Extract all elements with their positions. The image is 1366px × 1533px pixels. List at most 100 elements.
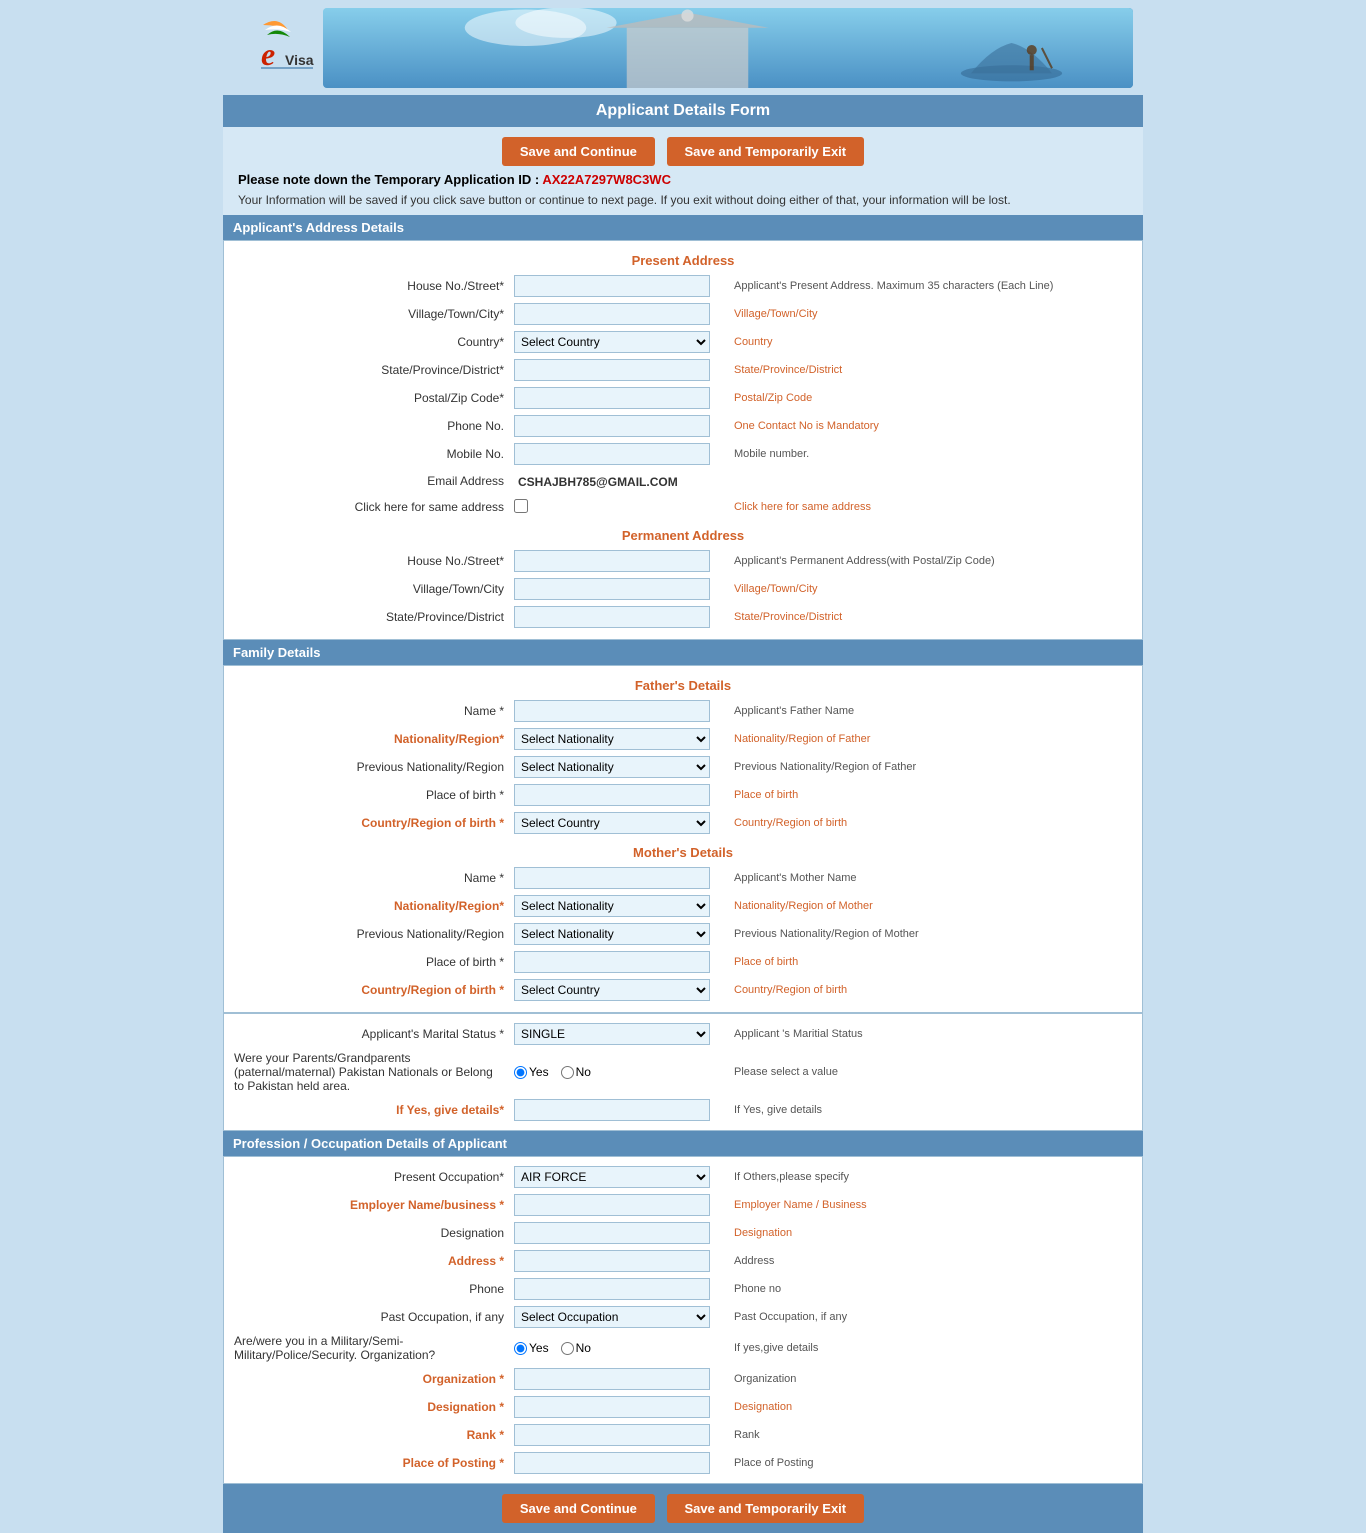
marital-status-label: Applicant's Marital Status *: [234, 1027, 514, 1041]
family-details-section: Family Details Father's Details Name * A…: [223, 640, 1143, 1013]
occupation-select[interactable]: AIR FORCE: [514, 1166, 710, 1188]
top-save-continue-button[interactable]: Save and Continue: [502, 137, 655, 166]
father-nationality-label: Nationality/Region*: [234, 732, 514, 746]
same-address-checkbox[interactable]: [514, 499, 528, 513]
bottom-save-continue-button[interactable]: Save and Continue: [502, 1494, 655, 1523]
postal-input[interactable]: [514, 387, 710, 409]
country-input-wrap: Select Country: [514, 331, 714, 353]
pakistan-yes-radio[interactable]: [514, 1066, 527, 1079]
father-prev-nationality-row: Previous Nationality/Region Select Natio…: [224, 753, 1142, 781]
pakistan-details-input[interactable]: [514, 1099, 710, 1121]
perm-house-input-wrap: [514, 550, 714, 572]
mother-country-birth-select[interactable]: Select Country: [514, 979, 710, 1001]
designation-input[interactable]: [514, 1222, 710, 1244]
phone-input[interactable]: [514, 415, 710, 437]
organization-row: Organization * Organization: [224, 1365, 1142, 1393]
pakistan-details-input-wrap: [514, 1099, 714, 1121]
pakistan-no-label: No: [561, 1065, 591, 1079]
state-input[interactable]: [514, 359, 710, 381]
pakistan-hint: Please select a value: [734, 1066, 838, 1078]
postal-label: Postal/Zip Code*: [234, 391, 514, 405]
employer-input[interactable]: [514, 1194, 710, 1216]
mother-name-input[interactable]: [514, 867, 710, 889]
mother-country-birth-input-wrap: Select Country: [514, 979, 714, 1001]
occupation-label: Present Occupation*: [234, 1170, 514, 1184]
father-name-hint: Applicant's Father Name: [734, 705, 854, 717]
bottom-action-buttons: Save and Continue Save and Temporarily E…: [223, 1484, 1143, 1533]
perm-state-hint: State/Province/District: [734, 611, 842, 623]
pakistan-radio-wrap: Yes No: [514, 1065, 714, 1079]
mother-prev-nationality-select[interactable]: Select Nationality: [514, 923, 710, 945]
employer-row: Employer Name/business * Employer Name /…: [224, 1191, 1142, 1219]
house-street-input[interactable]: [514, 275, 710, 297]
pakistan-no-text: No: [576, 1065, 591, 1079]
village-input[interactable]: [514, 303, 710, 325]
perm-house-label: House No./Street*: [234, 554, 514, 568]
email-row: Email Address CSHAJBH785@GMAIL.COM: [224, 468, 1142, 494]
father-nationality-select[interactable]: Select Nationality: [514, 728, 710, 750]
posting-input-wrap: [514, 1452, 714, 1474]
perm-village-input-wrap: [514, 578, 714, 600]
phone-input-wrap: [514, 415, 714, 437]
mother-name-row: Name * Applicant's Mother Name: [224, 864, 1142, 892]
military-yes-radio[interactable]: [514, 1342, 527, 1355]
perm-village-input[interactable]: [514, 578, 710, 600]
mobile-input-wrap: [514, 443, 714, 465]
perm-state-input[interactable]: [514, 606, 710, 628]
father-place-birth-input-wrap: [514, 784, 714, 806]
mobile-input[interactable]: [514, 443, 710, 465]
father-name-input[interactable]: [514, 700, 710, 722]
military-label: Are/were you in a Military/Semi-Military…: [234, 1334, 514, 1362]
pakistan-no-radio[interactable]: [561, 1066, 574, 1079]
father-country-birth-input-wrap: Select Country: [514, 812, 714, 834]
posting-input[interactable]: [514, 1452, 710, 1474]
employer-phone-input[interactable]: [514, 1278, 710, 1300]
mother-nationality-select[interactable]: Select Nationality: [514, 895, 710, 917]
father-prev-nationality-select[interactable]: Select Nationality: [514, 756, 710, 778]
state-row: State/Province/District* State/Province/…: [224, 356, 1142, 384]
perm-house-input[interactable]: [514, 550, 710, 572]
country-select[interactable]: Select Country: [514, 331, 710, 353]
profession-section-header: Profession / Occupation Details of Appli…: [223, 1131, 1143, 1156]
mother-country-birth-row: Country/Region of birth * Select Country…: [224, 976, 1142, 1004]
rank-input[interactable]: [514, 1424, 710, 1446]
marital-status-select[interactable]: SINGLE: [514, 1023, 710, 1045]
rank-input-wrap: [514, 1424, 714, 1446]
mother-nationality-hint: Nationality/Region of Mother: [734, 900, 873, 912]
past-occupation-select[interactable]: Select Occupation: [514, 1306, 710, 1328]
military-no-radio[interactable]: [561, 1342, 574, 1355]
top-action-buttons: Save and Continue Save and Temporarily E…: [223, 127, 1143, 172]
past-occupation-input-wrap: Select Occupation: [514, 1306, 714, 1328]
employer-phone-row: Phone Phone no: [224, 1275, 1142, 1303]
same-address-row: Click here for same address Click here f…: [224, 494, 1142, 520]
father-place-birth-input[interactable]: [514, 784, 710, 806]
mother-place-birth-row: Place of birth * Place of birth: [224, 948, 1142, 976]
pakistan-yes-label: Yes: [514, 1065, 549, 1079]
postal-row: Postal/Zip Code* Postal/Zip Code: [224, 384, 1142, 412]
designation-label: Designation: [234, 1226, 514, 1240]
past-occupation-row: Past Occupation, if any Select Occupatio…: [224, 1303, 1142, 1331]
father-country-birth-select[interactable]: Select Country: [514, 812, 710, 834]
postal-input-wrap: [514, 387, 714, 409]
perm-house-row: House No./Street* Applicant's Permanent …: [224, 547, 1142, 575]
same-address-label: Click here for same address: [234, 500, 514, 514]
top-save-exit-button[interactable]: Save and Temporarily Exit: [667, 137, 865, 166]
employer-address-input[interactable]: [514, 1250, 710, 1272]
mother-nationality-row: Nationality/Region* Select Nationality N…: [224, 892, 1142, 920]
address-form: Present Address House No./Street* Applic…: [223, 240, 1143, 640]
mother-prev-nationality-hint: Previous Nationality/Region of Mother: [734, 928, 919, 940]
state-input-wrap: [514, 359, 714, 381]
perm-state-input-wrap: [514, 606, 714, 628]
mother-place-birth-input[interactable]: [514, 951, 710, 973]
address-section-header: Applicant's Address Details: [223, 215, 1143, 240]
occupation-input-wrap: AIR FORCE: [514, 1166, 714, 1188]
marital-status-input-wrap: SINGLE: [514, 1023, 714, 1045]
address-details-section: Applicant's Address Details Present Addr…: [223, 215, 1143, 640]
designation-hint: Designation: [734, 1227, 792, 1239]
bottom-save-exit-button[interactable]: Save and Temporarily Exit: [667, 1494, 865, 1523]
organization-input[interactable]: [514, 1368, 710, 1390]
past-occupation-hint: Past Occupation, if any: [734, 1311, 847, 1323]
mil-designation-input[interactable]: [514, 1396, 710, 1418]
app-id-value: AX22A7297W8C3WC: [542, 172, 671, 187]
pakistan-yes-text: Yes: [529, 1065, 549, 1079]
